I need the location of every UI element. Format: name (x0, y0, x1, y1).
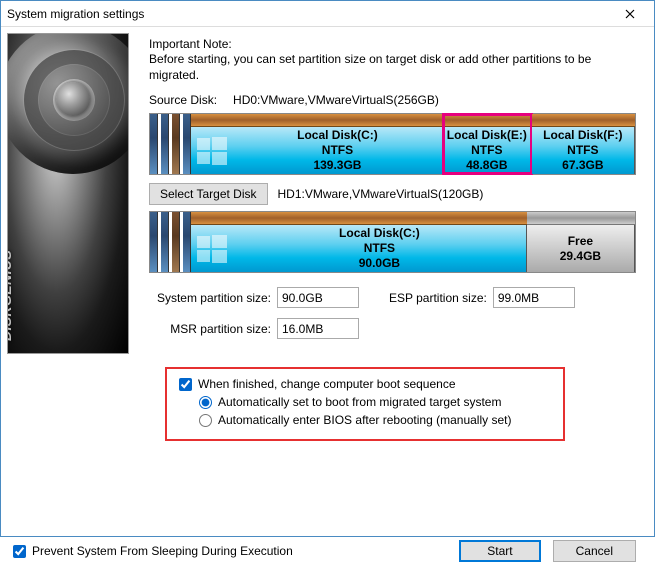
brand-label: DISKGENIUS (7, 250, 14, 341)
source-partition-f[interactable]: Local Disk(F:) NTFS 67.3GB (532, 114, 635, 174)
partition-name: Local Disk(C:) (297, 128, 378, 143)
partition-fs: NTFS (471, 143, 502, 158)
start-button[interactable]: Start (459, 540, 540, 562)
target-partition-c[interactable]: Local Disk(C:) NTFS 90.0GB (191, 212, 527, 272)
msr-size-label: MSR partition size: (149, 322, 271, 336)
partition-fs: NTFS (322, 143, 353, 158)
boot-auto-label: Automatically set to boot from migrated … (218, 395, 501, 409)
source-partition-e[interactable]: Local Disk(E:) NTFS 48.8GB (443, 114, 532, 174)
brand-image: DISKGENIUS (7, 33, 129, 354)
source-disk-value: HD0:VMware,VMwareVirtualS(256GB) (233, 93, 439, 107)
esp-size-input[interactable] (493, 287, 575, 308)
partition-fs: NTFS (567, 143, 598, 158)
cancel-button[interactable]: Cancel (553, 540, 636, 562)
free-size: 29.4GB (560, 249, 601, 264)
partition-name: Local Disk(C:) (339, 226, 420, 241)
windows-icon (191, 225, 233, 272)
select-target-disk-button[interactable]: Select Target Disk (149, 183, 268, 205)
target-free-space[interactable]: Free 29.4GB (527, 212, 635, 272)
source-disk-bar[interactable]: Local Disk(C:) NTFS 139.3GB Local Disk(E… (149, 113, 636, 175)
partition-fs: NTFS (364, 241, 395, 256)
boot-auto-radio[interactable] (199, 396, 212, 409)
change-boot-label: When finished, change computer boot sequ… (198, 377, 456, 391)
windows-icon (191, 127, 233, 174)
partition-size: 48.8GB (466, 158, 507, 173)
system-size-label: System partition size: (149, 291, 271, 305)
close-button[interactable] (612, 1, 648, 26)
partition-name: Local Disk(F:) (543, 128, 622, 143)
prevent-sleep-label: Prevent System From Sleeping During Exec… (32, 544, 293, 558)
source-partition-c[interactable]: Local Disk(C:) NTFS 139.3GB (191, 114, 443, 174)
note-body: Before starting, you can set partition s… (149, 51, 636, 83)
partition-size: 90.0GB (359, 256, 400, 271)
system-size-input[interactable] (277, 287, 359, 308)
prevent-sleep-checkbox[interactable] (13, 545, 26, 558)
free-label: Free (568, 234, 593, 249)
target-disk-value: HD1:VMware,VMwareVirtualS(120GB) (278, 187, 484, 201)
boot-sequence-group: When finished, change computer boot sequ… (165, 367, 565, 441)
target-disk-bar[interactable]: Local Disk(C:) NTFS 90.0GB Free 29.4GB (149, 211, 636, 273)
window-title: System migration settings (7, 7, 612, 21)
close-icon (625, 9, 635, 19)
partition-size: 67.3GB (562, 158, 603, 173)
esp-size-label: ESP partition size: (389, 291, 487, 305)
note-heading: Important Note: (149, 37, 636, 51)
partition-name: Local Disk(E:) (447, 128, 527, 143)
boot-bios-radio[interactable] (199, 414, 212, 427)
source-disk-label: Source Disk: (149, 93, 217, 107)
boot-bios-label: Automatically enter BIOS after rebooting… (218, 413, 511, 427)
change-boot-checkbox[interactable] (179, 378, 192, 391)
msr-size-input[interactable] (277, 318, 359, 339)
partition-size: 139.3GB (313, 158, 361, 173)
